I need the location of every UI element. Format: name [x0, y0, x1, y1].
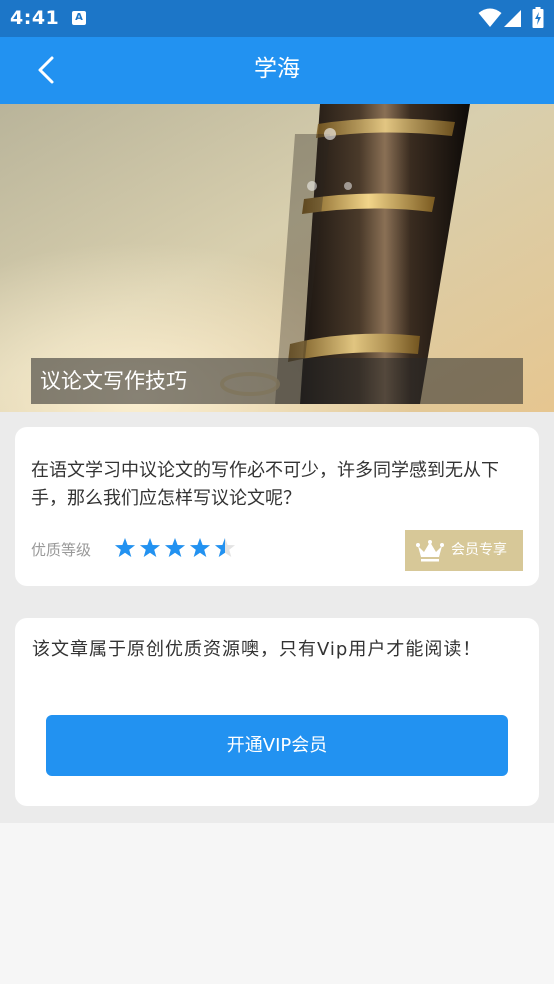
star-icon — [215, 538, 235, 557]
article-summary-card: 在语文学习中议论文的写作必不可少，许多同学感到无从下手，那么我们应怎样写议论文呢… — [15, 427, 539, 586]
wifi-icon — [478, 8, 502, 27]
article-summary: 在语文学习中议论文的写作必不可少，许多同学感到无从下手，那么我们应怎样写议论文呢… — [31, 460, 499, 509]
page-title: 学海 — [254, 56, 300, 82]
open-vip-button[interactable]: 开通VIP会员 — [46, 715, 508, 776]
rating-stars — [114, 537, 244, 563]
rating-label: 优质等级 — [31, 541, 92, 559]
battery-icon — [532, 7, 544, 28]
notification-a-icon: A — [72, 11, 86, 25]
cellular-signal-icon — [504, 10, 521, 27]
status-bar: 4:41 A — [0, 0, 554, 37]
crown-icon — [416, 540, 444, 562]
star-icon — [140, 538, 160, 557]
vip-exclusive-badge[interactable]: 会员专享 — [405, 530, 523, 571]
article-title: 议论文写作技巧 — [40, 369, 187, 393]
paywall-card: 该文章属于原创优质资源噢，只有Vip用户才能阅读！ 开通VIP会员 — [15, 618, 539, 806]
hero-banner: 议论文写作技巧 — [0, 104, 554, 412]
status-time: 4:41 — [10, 7, 60, 29]
star-icon — [190, 538, 210, 557]
vip-badge-label: 会员专享 — [451, 542, 507, 558]
app-bar: 学海 — [0, 37, 554, 104]
paywall-notice: 该文章属于原创优质资源噢，只有Vip用户才能阅读！ — [32, 639, 482, 660]
star-icon — [115, 538, 135, 557]
hero-caption: 议论文写作技巧 — [31, 358, 523, 404]
star-icon — [165, 538, 185, 557]
